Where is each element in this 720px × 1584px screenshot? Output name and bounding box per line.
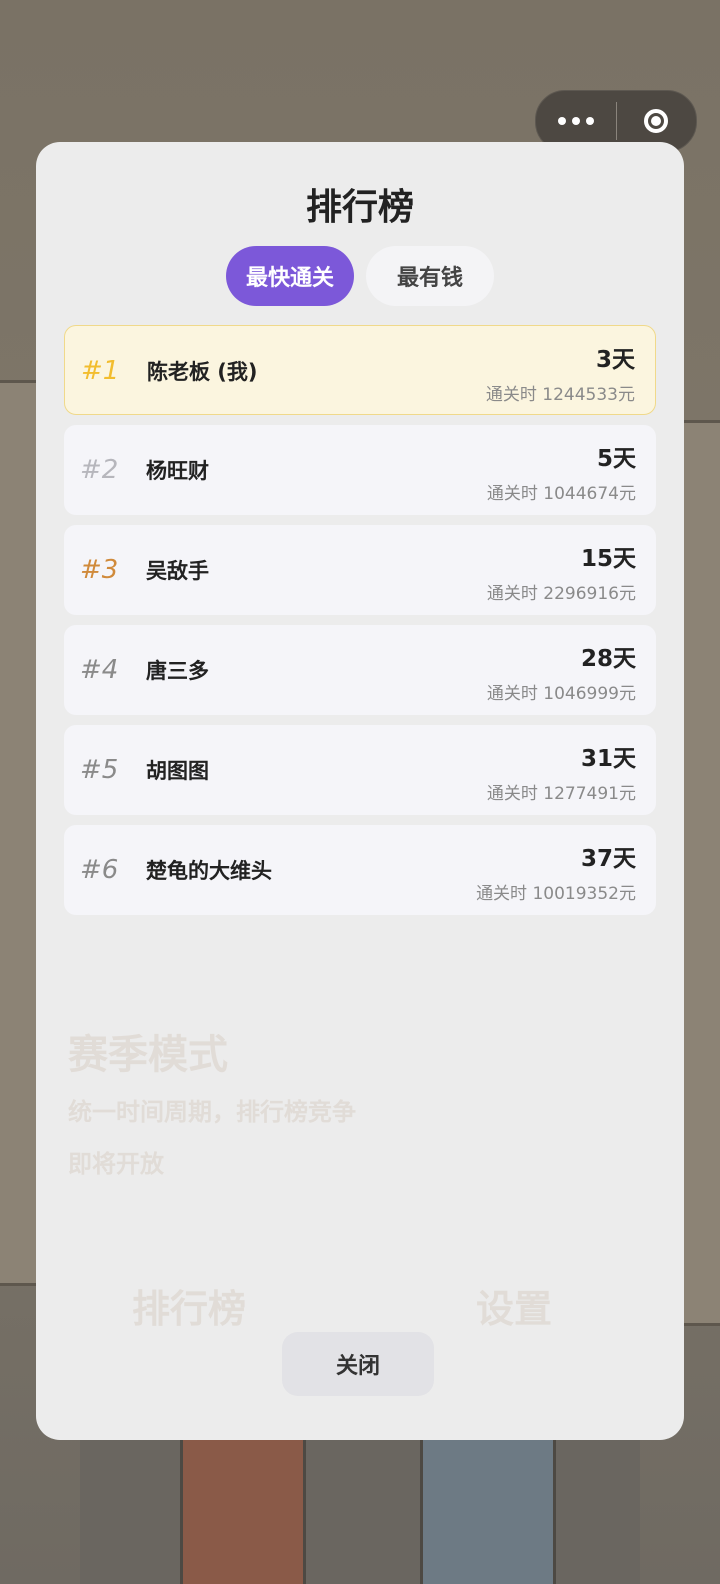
leaderboard-list: #1 陈老板 (我) 3天 通关时 1244533元 #2 杨旺财 5天 通关时… [64, 325, 656, 925]
player-name: 胡图图 [146, 759, 209, 783]
background-car [420, 1420, 556, 1584]
leaderboard-row: #1 陈老板 (我) 3天 通关时 1244533元 [64, 325, 656, 415]
player-name: 吴敌手 [146, 559, 209, 583]
modal-title: 排行榜 [305, 187, 414, 228]
player-name: 唐三多 [146, 659, 209, 683]
rank-label: #1 [81, 356, 120, 386]
rank-label: #2 [80, 455, 119, 485]
tab-fastest-clear[interactable]: 最快通关 [226, 246, 354, 306]
clear-days: 15天 [580, 546, 636, 572]
clear-days: 5天 [596, 446, 636, 472]
clear-days: 31天 [580, 746, 636, 772]
clear-money: 通关时 2296916元 [486, 584, 636, 604]
clear-money: 通关时 1244533元 [485, 385, 635, 405]
clear-money: 通关时 1046999元 [486, 684, 636, 704]
rank-label: #4 [80, 655, 119, 685]
clear-days: 28天 [580, 646, 636, 672]
tab-richest[interactable]: 最有钱 [366, 246, 494, 306]
player-name: 楚龟的大维头 [146, 859, 272, 883]
target-circle-icon[interactable] [617, 109, 697, 133]
ghost-season-desc: 统一时间周期，排行榜竞争 [68, 1098, 356, 1126]
clear-money: 通关时 1277491元 [486, 784, 636, 804]
leaderboard-row: #3 吴敌手 15天 通关时 2296916元 [64, 525, 656, 615]
player-name: 陈老板 (我) [147, 360, 258, 384]
leaderboard-row: #5 胡图图 31天 通关时 1277491元 [64, 725, 656, 815]
leaderboard-row: #2 杨旺财 5天 通关时 1044674元 [64, 425, 656, 515]
clear-days: 37天 [580, 846, 636, 872]
ghost-season-status: 即将开放 [68, 1150, 164, 1178]
clear-money: 通关时 10019352元 [476, 884, 636, 904]
rank-label: #6 [80, 855, 119, 885]
close-button[interactable]: 关闭 [282, 1332, 434, 1396]
rank-label: #5 [80, 755, 119, 785]
leaderboard-row: #4 唐三多 28天 通关时 1046999元 [64, 625, 656, 715]
more-dots-icon[interactable] [536, 117, 616, 125]
clear-money: 通关时 1044674元 [486, 484, 636, 504]
leaderboard-tabs: 最快通关 最有钱 [36, 246, 684, 306]
leaderboard-row: #6 楚龟的大维头 37天 通关时 10019352元 [64, 825, 656, 915]
background-car [180, 1420, 306, 1584]
rank-label: #3 [80, 555, 119, 585]
ghost-season-title: 赛季模式 [68, 1032, 228, 1078]
leaderboard-modal: 赛季模式 统一时间周期，排行榜竞争 即将开放 排行榜 设置 排行榜 最快通关 最… [36, 142, 684, 1440]
player-name: 杨旺财 [146, 459, 209, 483]
clear-days: 3天 [595, 347, 635, 373]
ghost-settings-button: 设置 [476, 1287, 553, 1331]
ghost-leaderboard-button: 排行榜 [132, 1287, 247, 1331]
